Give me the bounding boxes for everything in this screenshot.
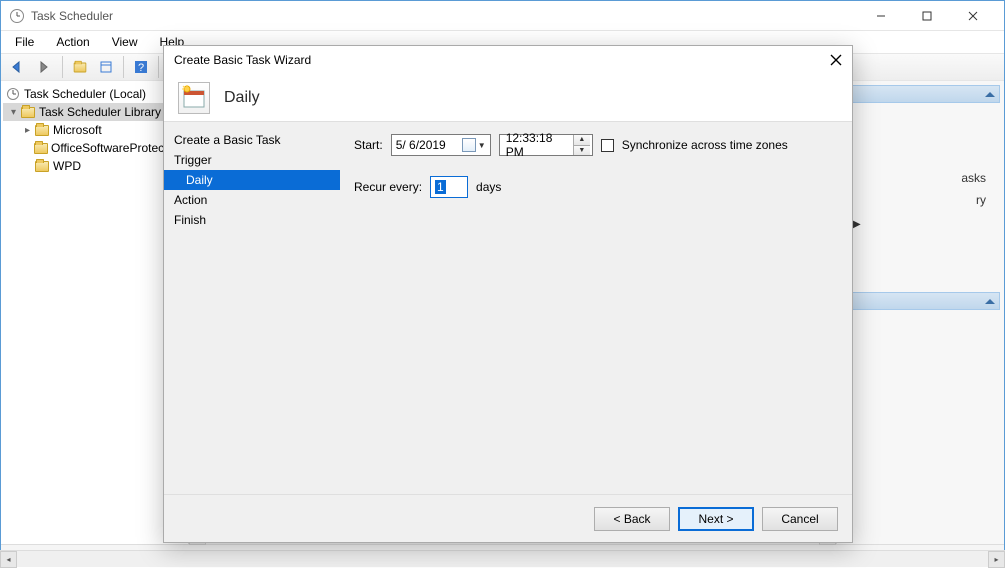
properties-button[interactable] — [94, 55, 118, 79]
time-value: 12:33:18 PM — [506, 131, 573, 159]
spin-up-icon[interactable]: ▲ — [574, 135, 590, 146]
nav-action[interactable]: Action — [164, 190, 340, 210]
start-label: Start: — [354, 138, 383, 152]
tree-root-label: Task Scheduler (Local) — [24, 87, 146, 101]
create-basic-task-wizard: Create Basic Task Wizard Daily Create a … — [163, 45, 853, 543]
wizard-step-title: Daily — [224, 89, 260, 107]
forward-button[interactable] — [33, 55, 57, 79]
wizard-nav: Create a Basic Task Trigger Daily Action… — [164, 122, 340, 494]
cancel-button[interactable]: Cancel — [762, 507, 838, 531]
actions-panel: asks ry ▶ — [836, 81, 1004, 544]
clock-icon — [5, 87, 21, 101]
wizard-title: Create Basic Task Wizard — [164, 46, 852, 74]
svg-text:?: ? — [138, 62, 144, 74]
folder-icon — [34, 125, 50, 136]
recur-days-value: 1 — [435, 180, 446, 194]
minimize-button[interactable] — [858, 2, 904, 30]
tree-library-label: Task Scheduler Library — [39, 105, 161, 119]
calendar-picker-icon[interactable] — [462, 138, 476, 152]
tree-item-label: Microsoft — [53, 123, 102, 137]
folder-icon — [20, 107, 36, 118]
wizard-banner: Daily — [164, 74, 852, 122]
tree-item-wpd[interactable]: WPD — [3, 157, 186, 175]
wizard-content: Start: 5/ 6/2019 ▼ 12:33:18 PM ▲ ▼ — [340, 122, 852, 494]
titlebar: Task Scheduler — [1, 1, 1004, 31]
nav-create-basic-task[interactable]: Create a Basic Task — [164, 130, 340, 150]
nav-finish[interactable]: Finish — [164, 210, 340, 230]
collapse-icon[interactable]: ▾ — [7, 107, 20, 118]
expand-icon[interactable]: ▸ — [21, 125, 34, 136]
action-item[interactable]: ry — [837, 189, 1004, 211]
chevron-up-icon — [985, 299, 995, 304]
tree-item-label: WPD — [53, 159, 81, 173]
actions-section-header[interactable] — [841, 292, 1000, 310]
nav-trigger[interactable]: Trigger — [164, 150, 340, 170]
wizard-footer: < Back Next > Cancel — [164, 494, 852, 542]
action-item[interactable]: asks — [837, 167, 1004, 189]
back-button[interactable]: < Back — [594, 507, 670, 531]
tree-root[interactable]: Task Scheduler (Local) — [3, 85, 186, 103]
tree-item-microsoft[interactable]: ▸ Microsoft — [3, 121, 186, 139]
back-button[interactable] — [7, 55, 31, 79]
up-button[interactable] — [68, 55, 92, 79]
sync-label: Synchronize across time zones — [622, 138, 788, 152]
menu-view[interactable]: View — [108, 33, 142, 51]
sync-checkbox[interactable] — [601, 139, 614, 152]
days-label: days — [476, 180, 501, 194]
wizard-close-button[interactable] — [826, 50, 846, 70]
spin-down-icon[interactable]: ▼ — [574, 146, 590, 156]
actions-section-header[interactable] — [841, 85, 1000, 103]
chevron-up-icon — [985, 92, 995, 97]
calendar-icon — [178, 82, 210, 114]
tree-item-officesoftware[interactable]: OfficeSoftwareProtectionPlatform — [3, 139, 186, 157]
next-button[interactable]: Next > — [678, 507, 754, 531]
menu-file[interactable]: File — [11, 33, 38, 51]
date-value: 5/ 6/2019 — [396, 138, 446, 152]
folder-icon — [34, 143, 48, 154]
start-time-input[interactable]: 12:33:18 PM ▲ ▼ — [499, 134, 593, 156]
dropdown-icon[interactable]: ▼ — [478, 141, 486, 150]
help-button[interactable]: ? — [129, 55, 153, 79]
recur-label: Recur every: — [354, 180, 422, 194]
window-title: Task Scheduler — [31, 9, 858, 23]
chevron-right-icon[interactable]: ▶ — [853, 219, 1004, 230]
close-button[interactable] — [950, 2, 996, 30]
tree-panel: Task Scheduler (Local) ▾ Task Scheduler … — [1, 81, 189, 544]
nav-daily[interactable]: Daily — [164, 170, 340, 190]
time-spinner[interactable]: ▲ ▼ — [573, 135, 590, 155]
recur-days-input[interactable]: 1 — [430, 176, 468, 198]
maximize-button[interactable] — [904, 2, 950, 30]
app-icon — [9, 8, 25, 24]
menu-action[interactable]: Action — [52, 33, 93, 51]
tree-library[interactable]: ▾ Task Scheduler Library — [3, 103, 186, 121]
start-date-input[interactable]: 5/ 6/2019 ▼ — [391, 134, 491, 156]
folder-icon — [34, 161, 50, 172]
